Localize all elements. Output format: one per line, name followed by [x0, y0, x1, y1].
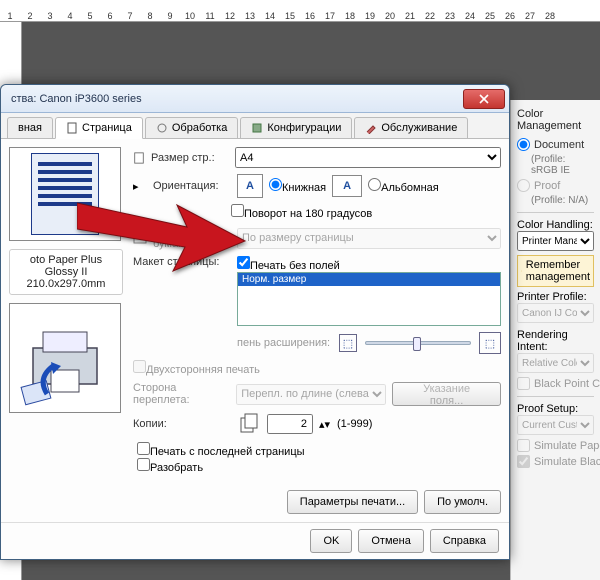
- simulate-paper-check[interactable]: Simulate Paper: [517, 439, 594, 452]
- page-preview: [9, 147, 121, 241]
- copies-spinner[interactable]: ▴▾: [319, 418, 331, 431]
- rendering-intent-select[interactable]: Relative Colorimetric: [517, 353, 594, 373]
- color-handling-label: Color Handling:: [517, 219, 594, 231]
- margins-button: Указание поля...: [392, 382, 501, 406]
- warning-icon: !: [521, 264, 522, 278]
- proof-profile: (Profile: N/A): [531, 195, 594, 206]
- warning-box: ! Remember management: [517, 255, 594, 287]
- window-title: ства: Canon iP3600 series: [11, 93, 463, 105]
- simulate-black-check[interactable]: Simulate Black I: [517, 455, 594, 468]
- close-icon: [479, 94, 489, 104]
- expand-slider[interactable]: [365, 341, 471, 345]
- black-point-check[interactable]: Black Point Com: [517, 377, 594, 390]
- expand-max-icon: ⬚: [479, 332, 501, 354]
- landscape-icon: A: [332, 175, 362, 197]
- duplex-check[interactable]: Двухсторонняя печать: [133, 360, 501, 376]
- titlebar[interactable]: ства: Canon iP3600 series: [1, 85, 509, 113]
- page-size-select[interactable]: A4: [235, 147, 501, 168]
- radio-document[interactable]: Document: [517, 138, 594, 151]
- paper-icon: [133, 231, 147, 245]
- proof-setup-select[interactable]: Current Custom Set: [517, 415, 594, 435]
- doc-icon: [133, 152, 145, 164]
- page-size-label: Размер стр.:: [151, 152, 229, 164]
- rotate180-check[interactable]: Поворот на 180 градусов: [231, 204, 372, 220]
- reverse-check[interactable]: Печать с последней страницы: [137, 446, 305, 458]
- print-properties-dialog: ства: Canon iP3600 series вная Страница …: [0, 84, 510, 560]
- bind-side-select: Перепл. по длине (слева): [236, 384, 386, 405]
- paper-size-label: Размер бумаги:: [153, 226, 231, 250]
- color-handling-select[interactable]: Printer Manages Col: [517, 231, 594, 251]
- radio-landscape[interactable]: Альбомная: [368, 178, 439, 194]
- bullet-icon: ▸: [133, 180, 147, 193]
- close-button[interactable]: [463, 89, 505, 109]
- expand-min-icon: ⬚: [339, 334, 357, 352]
- tab-config[interactable]: Конфигурации: [240, 117, 352, 138]
- color-management-panel: Color Management Document (Profile: sRGB…: [510, 100, 600, 580]
- print-options-button[interactable]: Параметры печати...: [287, 490, 418, 514]
- panel-title: Color Management: [517, 108, 594, 132]
- layout-label: Макет страницы:: [133, 256, 231, 268]
- collate-check[interactable]: Разобрать: [137, 462, 203, 474]
- radio-portrait[interactable]: Книжная: [269, 178, 326, 194]
- bind-side-label: Сторона переплета:: [133, 382, 230, 406]
- layout-listbox[interactable]: Норм. размер: [237, 272, 501, 326]
- orientation-label: Ориентация:: [153, 180, 231, 192]
- copies-icon: [237, 412, 261, 436]
- help-button[interactable]: Справка: [430, 529, 499, 553]
- radio-proof[interactable]: Proof: [517, 179, 594, 192]
- paper-size-select: По размеру страницы: [237, 228, 501, 249]
- borderless-check[interactable]: Печать без полей: [237, 260, 340, 272]
- cancel-button[interactable]: Отмена: [358, 529, 423, 553]
- copies-input[interactable]: [267, 414, 313, 434]
- tab-page[interactable]: Страница: [55, 117, 143, 139]
- rendering-intent-label: Rendering Intent:: [517, 329, 594, 353]
- media-info: oto Paper Plus Glossy II 210.0x297.0mm: [9, 249, 123, 295]
- portrait-icon: A: [237, 174, 263, 198]
- wrench-icon: [156, 122, 168, 134]
- document-profile: (Profile: sRGB IE: [531, 154, 594, 176]
- printer-profile-select[interactable]: Canon IJ Color Print: [517, 303, 594, 323]
- proof-setup-label: Proof Setup:: [517, 403, 594, 415]
- top-ruler: 1234567891011121314151617181920212223242…: [0, 0, 600, 22]
- printer-illustration: [9, 303, 121, 413]
- tab-maintenance[interactable]: Обслуживание: [354, 117, 468, 138]
- tab-process[interactable]: Обработка: [145, 117, 238, 138]
- ok-button[interactable]: OK: [310, 529, 352, 553]
- defaults-button[interactable]: По умолч.: [424, 490, 501, 514]
- copies-range: (1-999): [337, 418, 372, 430]
- tool-icon: [365, 122, 377, 134]
- page-icon: [66, 122, 78, 134]
- gear-icon: [251, 122, 263, 134]
- layout-selected[interactable]: Норм. размер: [238, 273, 500, 286]
- expand-label: пень расширения:: [237, 337, 331, 349]
- copies-label: Копии:: [133, 418, 231, 430]
- tab-strip: вная Страница Обработка Конфигурации Обс…: [1, 113, 509, 139]
- tab-main[interactable]: вная: [7, 117, 53, 138]
- printer-profile-label: Printer Profile:: [517, 291, 594, 303]
